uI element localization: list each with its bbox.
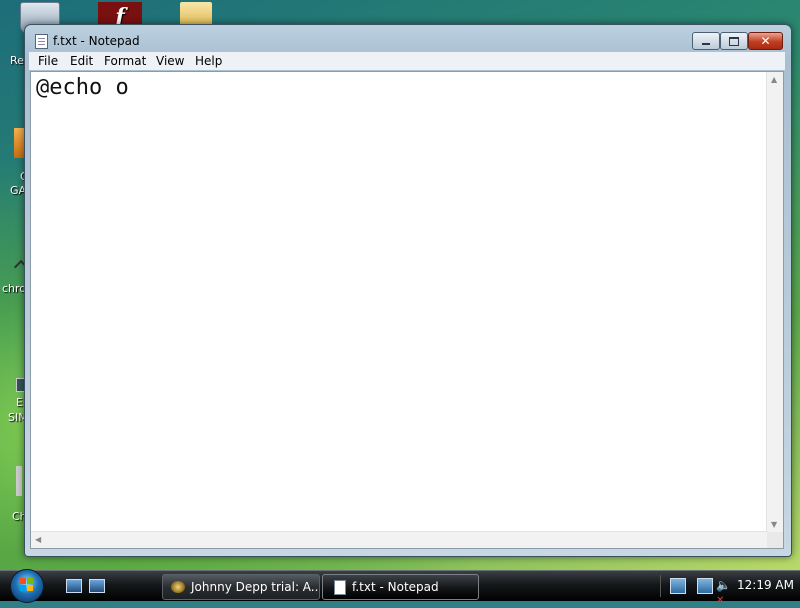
scroll-down-icon[interactable]: ▼	[771, 520, 777, 529]
taskbar-button-notepad[interactable]: f.txt - Notepad	[322, 574, 479, 600]
maximize-icon	[729, 37, 739, 46]
taskbar: Johnny Depp trial: A... f.txt - Notepad …	[0, 569, 800, 606]
tray-divider	[660, 575, 661, 597]
window-title: f.txt - Notepad	[53, 34, 140, 48]
network-status-icon[interactable]	[697, 578, 713, 594]
scroll-left-icon[interactable]: ◀	[35, 535, 41, 544]
desktop-icon-label: Re	[10, 54, 24, 67]
menu-bar: File Edit Format View Help	[29, 52, 785, 70]
browser-icon	[171, 581, 185, 593]
menu-file[interactable]: File	[38, 54, 58, 68]
desktop-icon-label: chro	[2, 282, 27, 295]
switch-windows-icon[interactable]	[89, 579, 105, 593]
close-button[interactable]: ✕	[748, 32, 783, 50]
show-desktop-icon[interactable]	[66, 579, 82, 593]
start-button[interactable]	[10, 569, 44, 603]
horizontal-scrollbar[interactable]: ◀	[31, 531, 767, 548]
text-editor[interactable]: @echo o ▲ ▼ ◀	[30, 71, 784, 549]
network-icon[interactable]	[670, 578, 686, 594]
maximize-button[interactable]	[720, 32, 748, 50]
scrollbar-corner	[767, 532, 783, 548]
volume-muted-icon[interactable]: 🔈✕	[716, 578, 731, 606]
menu-edit[interactable]: Edit	[70, 54, 93, 68]
clock[interactable]: 12:19 AM	[737, 578, 794, 592]
shortcut-icon[interactable]	[16, 466, 22, 496]
vertical-scrollbar[interactable]: ▲ ▼	[766, 72, 783, 532]
menu-help[interactable]: Help	[195, 54, 222, 68]
folder-icon[interactable]	[180, 2, 212, 26]
menu-view[interactable]: View	[156, 54, 184, 68]
close-icon: ✕	[760, 34, 771, 48]
notepad-icon	[334, 580, 346, 595]
desktop-icon-label: E	[16, 396, 23, 409]
task-label: f.txt - Notepad	[352, 580, 439, 594]
taskbar-button-browser[interactable]: Johnny Depp trial: A...	[162, 574, 320, 600]
task-label: Johnny Depp trial: A...	[191, 580, 320, 594]
editor-content[interactable]: @echo o	[36, 75, 129, 100]
minimize-icon	[702, 43, 710, 45]
minimize-button[interactable]	[692, 32, 720, 50]
notepad-icon	[35, 34, 48, 49]
notepad-window: f.txt - Notepad ✕ File Edit Format View …	[24, 24, 792, 557]
windows-logo-icon	[20, 578, 34, 592]
scroll-up-icon[interactable]: ▲	[771, 75, 777, 84]
menu-format[interactable]: Format	[104, 54, 146, 68]
title-bar[interactable]: f.txt - Notepad ✕	[25, 25, 791, 55]
